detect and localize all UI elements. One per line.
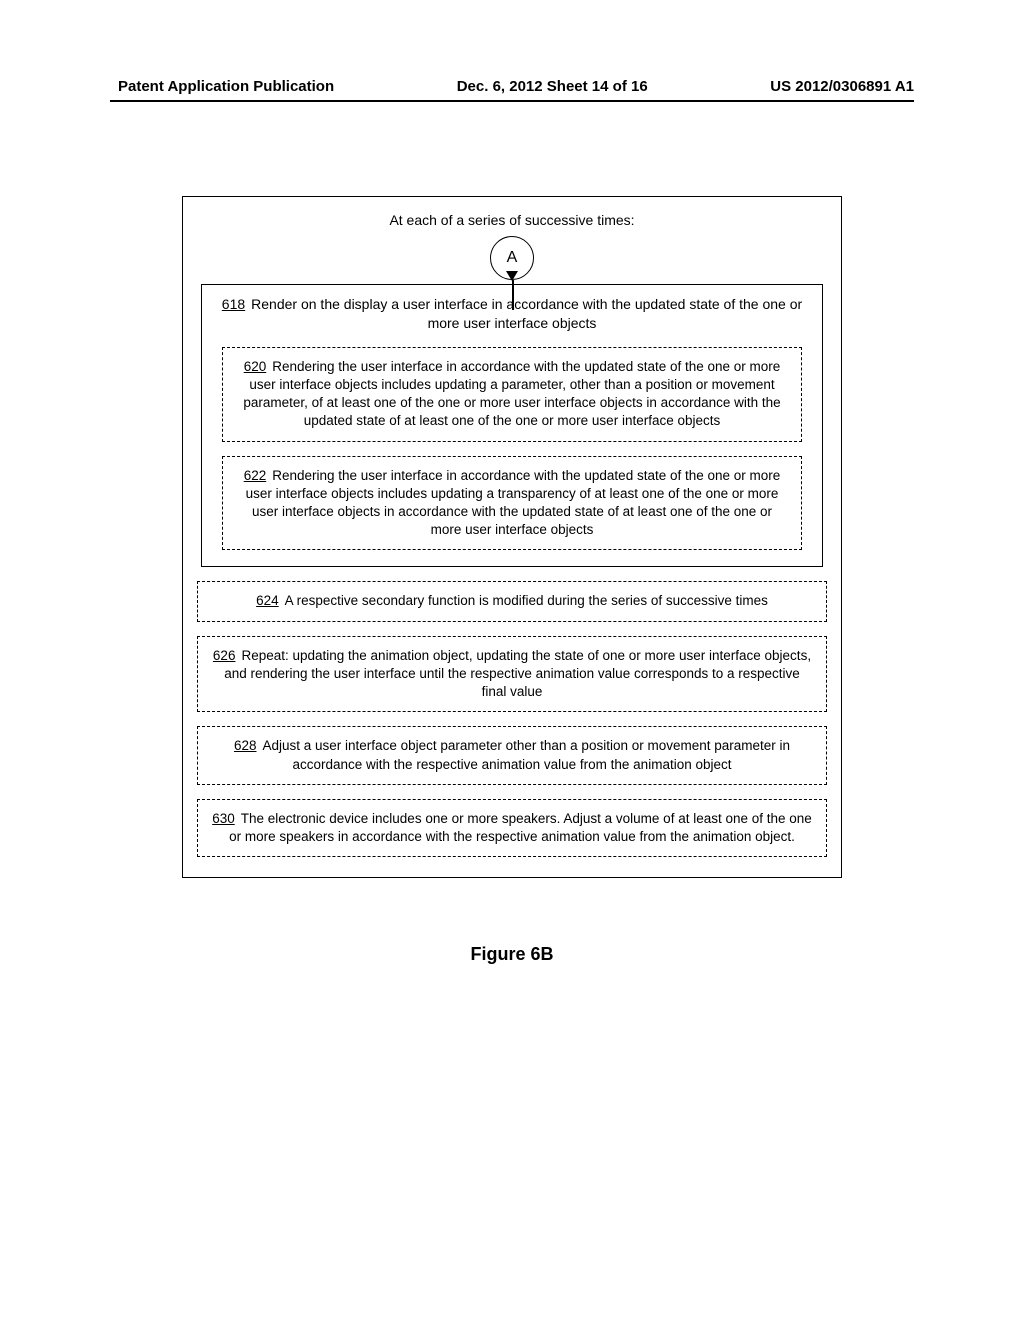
connector-a-label: A — [507, 249, 518, 267]
ref-630: 630 — [212, 811, 235, 826]
step-630-box: 630The electronic device includes one or… — [197, 799, 827, 857]
ref-618: 618 — [222, 296, 245, 312]
step-618-body: Render on the display a user interface i… — [251, 296, 802, 331]
header-center: Dec. 6, 2012 Sheet 14 of 16 — [457, 78, 648, 95]
header-left: Patent Application Publication — [118, 78, 334, 95]
figure-area: At each of a series of successive times:… — [182, 196, 842, 965]
step-622-body: Rendering the user interface in accordan… — [246, 468, 781, 538]
ref-626: 626 — [213, 648, 236, 663]
step-624-box: 624 A respective secondary function is mo… — [197, 581, 827, 621]
outer-title: At each of a series of successive times: — [201, 211, 823, 230]
ref-620: 620 — [244, 359, 267, 374]
step-628-body: Adjust a user interface object parameter… — [263, 738, 791, 771]
step-630-body: The electronic device includes one or mo… — [229, 811, 812, 844]
step-626-body: Repeat: updating the animation object, u… — [224, 648, 811, 699]
figure-label: Figure 6B — [182, 944, 842, 965]
page-header: Patent Application Publication Dec. 6, 2… — [0, 78, 1024, 95]
step-624-body: A respective secondary function is modif… — [285, 593, 768, 608]
step-620-body: Rendering the user interface in accordan… — [243, 359, 780, 429]
step-618-box: 618 Render on the display a user interfac… — [201, 284, 823, 568]
step-628-box: 628 Adjust a user interface object parame… — [197, 726, 827, 784]
header-right: US 2012/0306891 A1 — [770, 78, 914, 95]
ref-628: 628 — [234, 738, 257, 753]
ref-624: 624 — [256, 593, 279, 608]
step-622-box: 622Rendering the user interface in accor… — [222, 456, 802, 551]
step-620-box: 620Rendering the user interface in accor… — [222, 347, 802, 442]
ref-622: 622 — [244, 468, 267, 483]
outer-successive-times-box: At each of a series of successive times:… — [182, 196, 842, 878]
header-rule — [110, 100, 914, 102]
step-626-box: 626Repeat: updating the animation object… — [197, 636, 827, 713]
